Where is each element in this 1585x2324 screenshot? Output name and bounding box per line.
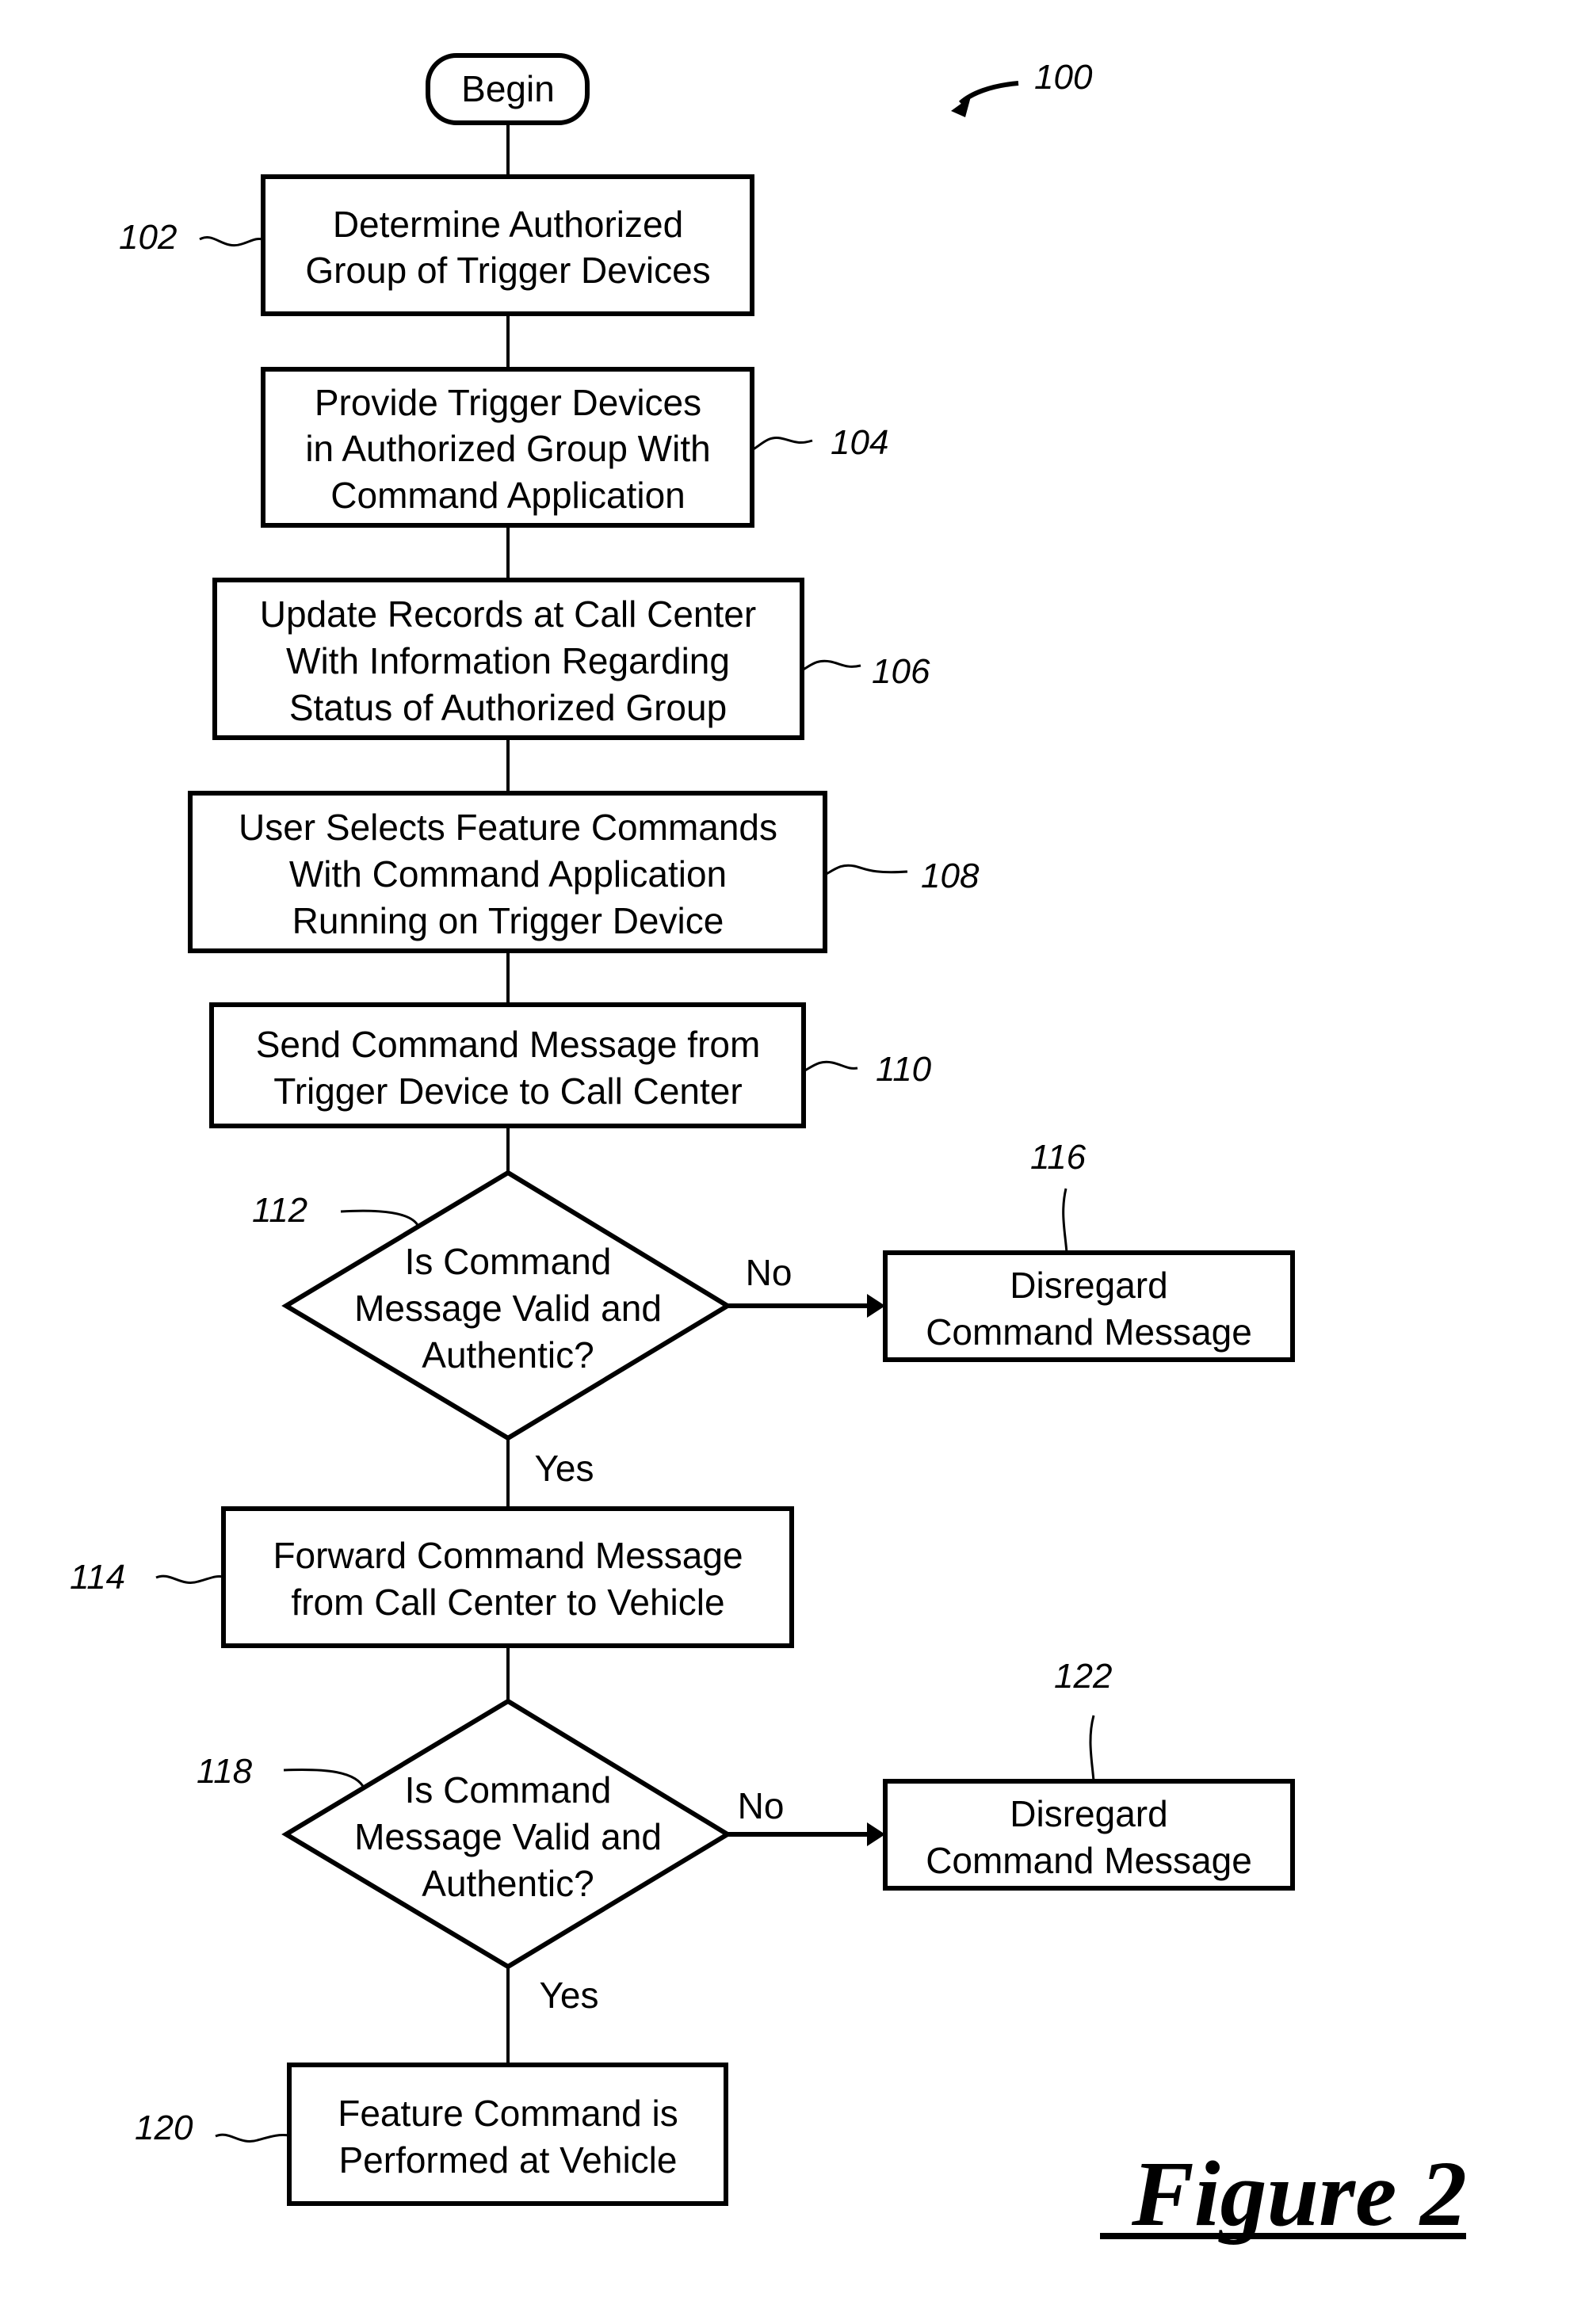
ref-120: 120 bbox=[135, 2108, 193, 2147]
ref-108: 108 bbox=[921, 857, 980, 895]
leader-110 bbox=[803, 1060, 858, 1073]
flowchart: Begin Determine Authorized Group of Trig… bbox=[70, 53, 1467, 2246]
leader-108 bbox=[824, 864, 908, 876]
ref-112: 112 bbox=[252, 1191, 307, 1230]
decision-112-no-label: No bbox=[746, 1252, 792, 1293]
arrowhead-118 bbox=[867, 1822, 885, 1846]
ref-106: 106 bbox=[872, 652, 930, 691]
step-106-line-2: With Information Regarding bbox=[286, 640, 730, 681]
ref-114: 114 bbox=[70, 1558, 125, 1597]
ref-110: 110 bbox=[876, 1050, 932, 1089]
decision-112: Is Command Message Valid and Authentic? bbox=[281, 1170, 732, 1441]
step-114-line-1: Forward Command Message bbox=[273, 1535, 743, 1576]
decision-118-no-label: No bbox=[738, 1785, 785, 1826]
step-108-line-1: User Selects Feature Commands bbox=[239, 807, 777, 848]
step-110-box: Send Command Message from Trigger Device… bbox=[209, 1002, 806, 1128]
leader-120 bbox=[215, 2133, 290, 2143]
ref-104: 104 bbox=[831, 423, 888, 462]
step-116-box: Disregard Command Message bbox=[883, 1250, 1295, 1362]
leader-114 bbox=[155, 1574, 224, 1584]
step-110-line-1: Send Command Message from bbox=[256, 1024, 761, 1065]
leader-112 bbox=[340, 1209, 420, 1227]
leader-118 bbox=[283, 1768, 366, 1790]
step-104-line-1: Provide Trigger Devices bbox=[315, 382, 701, 423]
leader-102 bbox=[199, 236, 264, 247]
step-102-line-1: Determine Authorized bbox=[333, 204, 683, 245]
decision-112-line-2: Message Valid and bbox=[354, 1288, 662, 1329]
step-104-box: Provide Trigger Devices in Authorized Gr… bbox=[261, 367, 754, 528]
step-110-line-2: Trigger Device to Call Center bbox=[273, 1070, 742, 1112]
leader-104 bbox=[751, 436, 813, 452]
figure-ref-100: 100 bbox=[1034, 58, 1093, 97]
decision-112-line-1: Is Command bbox=[405, 1241, 612, 1282]
step-114-box: Forward Command Message from Call Center… bbox=[221, 1506, 794, 1648]
leader-122 bbox=[1089, 1715, 1095, 1782]
figure-caption: Figure 2 bbox=[1131, 2142, 1467, 2246]
begin-label: Begin bbox=[461, 68, 555, 109]
ref-118: 118 bbox=[197, 1752, 253, 1791]
begin-terminator: Begin bbox=[426, 53, 590, 125]
step-104-line-2: in Authorized Group With bbox=[305, 428, 710, 469]
step-120-line-1: Feature Command is bbox=[338, 2093, 678, 2134]
step-106-line-1: Update Records at Call Center bbox=[260, 593, 756, 635]
leader-106 bbox=[801, 659, 861, 672]
step-122-line-2: Command Message bbox=[926, 1840, 1252, 1881]
decision-118-line-3: Authentic? bbox=[422, 1863, 594, 1904]
ref-122: 122 bbox=[1054, 1657, 1112, 1696]
decision-112-line-3: Authentic? bbox=[422, 1334, 594, 1376]
decision-118-yes-label: Yes bbox=[539, 1975, 598, 2016]
step-104-line-3: Command Application bbox=[330, 475, 685, 516]
decision-118-line-1: Is Command bbox=[405, 1769, 612, 1811]
leader-116 bbox=[1062, 1188, 1068, 1254]
arrowhead-112 bbox=[867, 1294, 885, 1318]
step-116-line-1: Disregard bbox=[1010, 1265, 1167, 1306]
step-108-line-3: Running on Trigger Device bbox=[292, 900, 724, 941]
step-116-line-2: Command Message bbox=[926, 1311, 1252, 1353]
step-106-line-3: Status of Authorized Group bbox=[289, 687, 727, 728]
step-102-line-2: Group of Trigger Devices bbox=[305, 250, 710, 291]
step-108-box: User Selects Feature Commands With Comma… bbox=[188, 791, 827, 953]
decision-118-line-2: Message Valid and bbox=[354, 1816, 662, 1857]
decision-118: Is Command Message Valid and Authentic? bbox=[281, 1698, 732, 1970]
decision-112-yes-label: Yes bbox=[534, 1448, 594, 1489]
step-114-line-2: from Call Center to Vehicle bbox=[291, 1582, 724, 1623]
step-120-box: Feature Command is Performed at Vehicle bbox=[287, 2063, 728, 2206]
step-122-box: Disregard Command Message bbox=[883, 1779, 1295, 1891]
step-120-line-2: Performed at Vehicle bbox=[338, 2139, 677, 2181]
ref-116: 116 bbox=[1030, 1138, 1087, 1177]
step-106-box: Update Records at Call Center With Infor… bbox=[212, 578, 804, 740]
step-108-line-2: With Command Application bbox=[289, 853, 727, 895]
step-122-line-1: Disregard bbox=[1010, 1793, 1167, 1834]
step-102-box: Determine Authorized Group of Trigger De… bbox=[261, 174, 754, 316]
ref-102: 102 bbox=[119, 218, 177, 257]
